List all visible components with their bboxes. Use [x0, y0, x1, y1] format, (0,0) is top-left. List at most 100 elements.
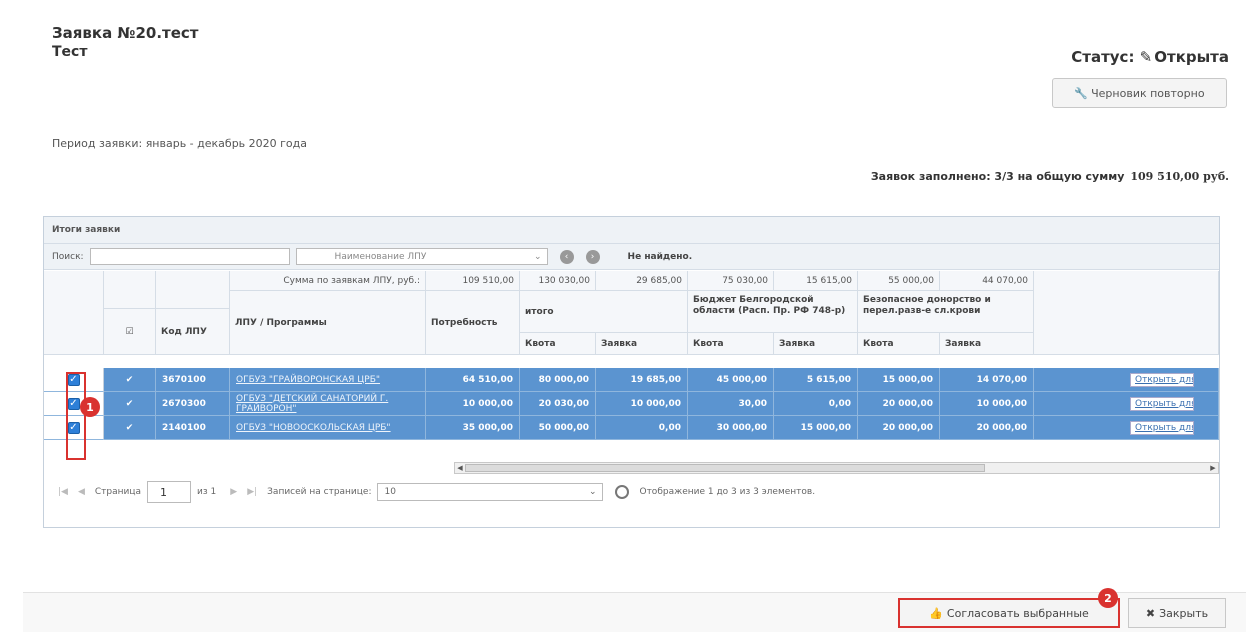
- row-donor-request: 14 070,00: [940, 368, 1034, 392]
- col-header-code[interactable]: Код ЛПУ: [156, 309, 230, 355]
- sum-donor-request: 44 070,00: [940, 271, 1034, 291]
- row-action-cell: Открыть для р: [1034, 392, 1219, 416]
- thumbs-up-icon: 👍: [929, 606, 943, 620]
- row-donor-quota: 20 000,00: [858, 392, 940, 416]
- annotation-marker-2: 2: [1098, 588, 1118, 608]
- checkmark-icon: ✔: [125, 374, 134, 385]
- next-page-icon[interactable]: ▶: [230, 487, 237, 497]
- period-text: Период заявки: январь - декабрь 2020 год…: [52, 137, 307, 150]
- per-page-label: Записей на странице:: [267, 487, 372, 497]
- row-name-link[interactable]: ОГБУЗ "ГРАЙВОРОНСКАЯ ЦРБ": [230, 368, 426, 392]
- row-total-quota: 80 000,00: [520, 368, 596, 392]
- not-found-text: Не найдено.: [627, 251, 693, 262]
- per-page-select[interactable]: 10 ⌄: [377, 483, 604, 501]
- col-group-budget: Бюджет Белгородской области (Расп. Пр. Р…: [688, 291, 858, 333]
- row-total-quota: 20 030,00: [520, 392, 596, 416]
- scroll-right-icon[interactable]: ▶: [1208, 463, 1218, 473]
- sub-budget-quota[interactable]: Квота: [688, 333, 774, 355]
- row-budget-request: 5 615,00: [774, 368, 858, 392]
- refresh-icon[interactable]: [615, 485, 630, 499]
- sub-budget-request[interactable]: Заявка: [774, 333, 858, 355]
- row-budget-quota: 30,00: [688, 392, 774, 416]
- col-header-name[interactable]: ЛПУ / Программы: [230, 291, 426, 355]
- sub-donor-request[interactable]: Заявка: [940, 333, 1034, 355]
- first-page-icon[interactable]: |◀: [58, 487, 68, 497]
- prev-page-icon[interactable]: ◀: [78, 487, 85, 497]
- pager: |◀ ◀ Страница 1 из 1 ▶ ▶| Записей на стр…: [44, 477, 1219, 507]
- display-info: Отображение 1 до 3 из 3 элементов.: [639, 487, 816, 497]
- close-button[interactable]: ✖ Закрыть: [1128, 598, 1226, 628]
- row-donor-quota: 20 000,00: [858, 416, 940, 440]
- col-header-need[interactable]: Потребность: [426, 291, 520, 355]
- sum-total-quota: 130 030,00: [520, 271, 596, 291]
- pencil-icon: ✎: [1139, 48, 1153, 66]
- row-budget-quota: 30 000,00: [688, 416, 774, 440]
- search-bar: Поиск: Наименование ЛПУ ⌄ ‹ › Не найдено…: [44, 244, 1219, 270]
- totals-panel: Итоги заявки Поиск: Наименование ЛПУ ⌄ ‹…: [43, 216, 1220, 528]
- table-row[interactable]: ✓ ✔ 2670300 ОГБУЗ "ДЕТСКИЙ САНАТОРИЙ Г. …: [44, 392, 1219, 416]
- close-label: Закрыть: [1159, 606, 1209, 620]
- draft-again-label: Черновик повторно: [1091, 86, 1205, 100]
- header-blank: [44, 271, 104, 355]
- sum-budget-request: 15 615,00: [774, 271, 858, 291]
- filter-select[interactable]: Наименование ЛПУ ⌄: [295, 248, 548, 265]
- row-total-quota: 50 000,00: [520, 416, 596, 440]
- row-total-request: 10 000,00: [596, 392, 688, 416]
- sub-donor-quota[interactable]: Квота: [858, 333, 940, 355]
- sub-total-request[interactable]: Заявка: [596, 333, 688, 355]
- row-name-link[interactable]: ОГБУЗ "НОВООСКОЛЬСКАЯ ЦРБ": [230, 416, 426, 440]
- scroll-left-icon[interactable]: ◀: [455, 463, 465, 473]
- row-action-cell: Открыть для р: [1034, 368, 1219, 392]
- search-label: Поиск:: [52, 251, 84, 262]
- sum-budget-quota: 75 030,00: [688, 271, 774, 291]
- search-next-icon[interactable]: ›: [585, 249, 600, 264]
- close-icon: ✖: [1145, 606, 1156, 620]
- row-budget-request: 0,00: [774, 392, 858, 416]
- page-title: Заявка №20.тест: [52, 24, 199, 42]
- table-row[interactable]: ✓ ✔ 2140100 ОГБУЗ "НОВООСКОЛЬСКАЯ ЦРБ" 3…: [44, 416, 1219, 440]
- filled-summary: Заявок заполнено: 3/3 на общую сумму 109 …: [871, 170, 1229, 183]
- row-need: 10 000,00: [426, 392, 520, 416]
- row-donor-request: 10 000,00: [940, 392, 1034, 416]
- panel-title: Итоги заявки: [44, 217, 1219, 244]
- table-row[interactable]: ✓ ✔ 3670100 ОГБУЗ "ГРАЙВОРОНСКАЯ ЦРБ" 64…: [44, 368, 1219, 392]
- row-need: 35 000,00: [426, 416, 520, 440]
- checkmark-icon: ✔: [125, 422, 134, 433]
- page-label: Страница: [94, 487, 142, 497]
- chevron-down-icon: ⌄: [534, 251, 542, 262]
- status-label: Статус:: [1071, 48, 1135, 66]
- search-prev-icon[interactable]: ‹: [559, 249, 574, 264]
- filter-select-value: Наименование ЛПУ: [334, 251, 427, 262]
- last-page-icon[interactable]: ▶|: [247, 487, 257, 497]
- search-input[interactable]: [89, 248, 290, 265]
- sub-total-quota[interactable]: Квота: [520, 333, 596, 355]
- row-code: 3670100: [156, 368, 230, 392]
- row-need: 64 510,00: [426, 368, 520, 392]
- page-subtitle: Тест: [52, 44, 88, 60]
- filled-label: Заявок заполнено: 3/3 на общую сумму: [870, 170, 1125, 183]
- scrollbar-thumb[interactable]: [465, 464, 985, 472]
- row-donor-quota: 15 000,00: [858, 368, 940, 392]
- open-for-edit-button[interactable]: Открыть для р: [1130, 396, 1194, 411]
- row-action-cell: Открыть для р: [1034, 416, 1219, 440]
- open-for-edit-button[interactable]: Открыть для р: [1130, 372, 1194, 387]
- row-name-link[interactable]: ОГБУЗ "ДЕТСКИЙ САНАТОРИЙ Г. ГРАЙВОРОН": [230, 392, 426, 416]
- page-input[interactable]: 1: [147, 481, 192, 503]
- open-for-edit-button[interactable]: Открыть для р: [1130, 420, 1194, 435]
- col-group-donor: Безопасное донорство и перел.разв-е сл.к…: [858, 291, 1034, 333]
- draft-again-button[interactable]: 🔧 Черновик повторно: [1052, 78, 1227, 108]
- selection-highlight: [66, 372, 86, 460]
- select-all-header[interactable]: ☑: [104, 309, 156, 355]
- row-status-cell: ✔: [104, 368, 156, 392]
- status-display: Статус: ✎ Открыта: [1071, 48, 1229, 66]
- row-status-cell: ✔: [104, 392, 156, 416]
- approve-selected-button[interactable]: 👍 Согласовать выбранные: [898, 598, 1120, 628]
- chevron-down-icon: ⌄: [588, 487, 597, 497]
- row-code: 2140100: [156, 416, 230, 440]
- status-value: Открыта: [1154, 48, 1229, 66]
- row-budget-quota: 45 000,00: [688, 368, 774, 392]
- filled-sum: 109 510,00 руб.: [1130, 170, 1229, 183]
- approve-selected-label: Согласовать выбранные: [946, 606, 1089, 620]
- sum-row-label: Сумма по заявкам ЛПУ, руб.:: [230, 271, 426, 291]
- horizontal-scrollbar[interactable]: ◀ ▶: [454, 462, 1219, 474]
